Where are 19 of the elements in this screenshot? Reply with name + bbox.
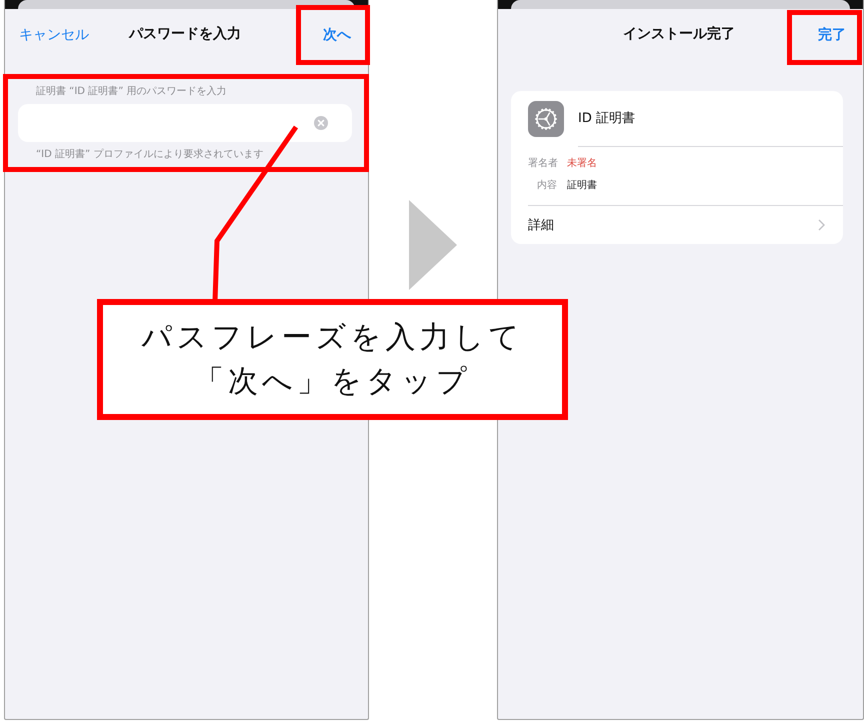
detail-label: 内容 (536, 178, 557, 192)
chevron-icon (818, 219, 825, 231)
detail-value: 未署名 (567, 156, 597, 170)
clear-icon[interactable] (314, 116, 328, 130)
screen-title: パスワードを入力 (129, 25, 241, 43)
done-button[interactable]: 完了 (818, 26, 846, 44)
detail-label: 署名者 (528, 156, 557, 170)
field-note: “ID 証明書” プロファイルにより要求されています (35, 148, 264, 162)
triangle-arrow-icon (409, 200, 457, 290)
screen-title: インストール完了 (623, 25, 735, 43)
profile-name: ID 証明書 (578, 110, 635, 128)
callout-text: パスフレーズを入力して 「次へ」をタップ (142, 318, 524, 400)
gear-icon (528, 101, 564, 137)
detail-value: 証明書 (567, 178, 597, 192)
cancel-button[interactable]: キャンセル (19, 26, 89, 44)
details-row[interactable]: 詳細 (511, 206, 843, 244)
field-caption: 証明書 “ID 証明書” 用のパスワードを入力 (35, 85, 228, 99)
next-button[interactable]: 次へ (323, 26, 351, 44)
password-field[interactable] (18, 104, 352, 142)
